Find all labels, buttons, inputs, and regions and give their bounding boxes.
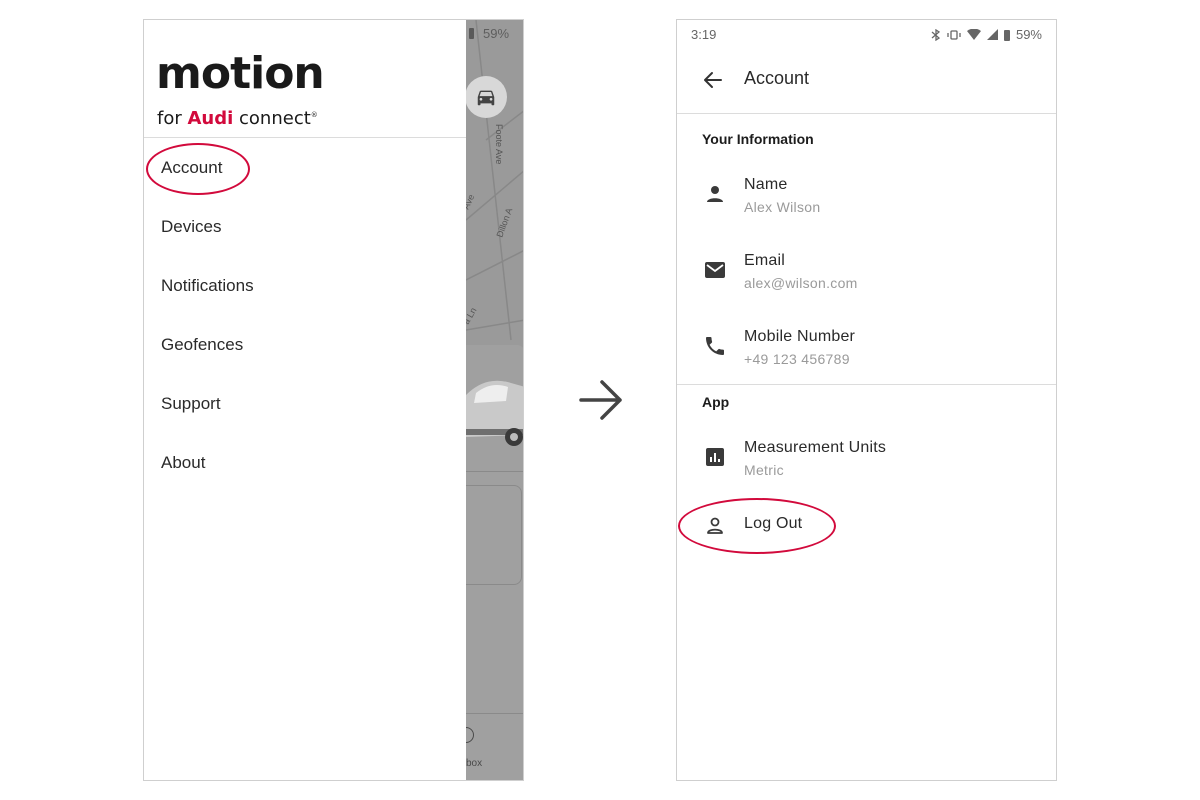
- street-label-foote: Foote Ave: [494, 124, 504, 164]
- bluetooth-icon: [931, 28, 941, 41]
- name-value: Alex Wilson: [744, 199, 821, 215]
- person-icon: [707, 186, 723, 202]
- section-header-app: App: [702, 394, 730, 410]
- right-phone-screen: 3:19 59% Account Your Information Name A…: [676, 19, 1057, 781]
- app-logo: motion: [156, 48, 325, 99]
- wifi-icon: [966, 29, 981, 40]
- battery-icon: [469, 28, 474, 39]
- street-label-ave: Ave: [466, 193, 476, 211]
- measurement-value: Metric: [744, 462, 784, 478]
- logout-button[interactable]: Log Out: [744, 515, 802, 533]
- status-bar-left: 59%: [466, 20, 523, 48]
- card-inner-box: [466, 485, 522, 585]
- menu-item-support[interactable]: Support: [161, 394, 221, 414]
- arrow-right-icon: [579, 380, 622, 420]
- chart-icon: [706, 448, 724, 466]
- card-divider: [466, 471, 523, 472]
- back-arrow-icon[interactable]: [701, 68, 725, 92]
- car-image: [466, 380, 523, 446]
- section-header-your-information: Your Information: [702, 131, 814, 147]
- app-logo-subtitle: for Audi connect®: [157, 108, 318, 129]
- email-icon: [705, 262, 725, 278]
- phone-icon: [706, 337, 724, 355]
- section-divider: [677, 384, 1056, 385]
- signal-icon: [986, 29, 998, 40]
- car-locate-button[interactable]: [465, 76, 507, 118]
- status-battery-percent: 59%: [1015, 27, 1042, 42]
- street-label-ln: a Ln: [466, 306, 478, 326]
- battery-icon-right: [1003, 29, 1010, 41]
- logo-trademark: ®: [310, 111, 318, 119]
- person-outline-icon: [707, 517, 723, 534]
- menu-item-devices[interactable]: Devices: [161, 217, 221, 237]
- menu-item-notifications[interactable]: Notifications: [161, 276, 254, 296]
- email-title[interactable]: Email: [744, 252, 785, 270]
- status-time: 3:19: [691, 27, 717, 42]
- left-phone-screen: Foote Ave Ave Dillon A a Ln 59% box moti…: [143, 19, 524, 781]
- navigation-drawer: motion for Audi connect® Account Devices…: [144, 20, 466, 780]
- logo-sub-prefix: for: [157, 108, 188, 129]
- name-title[interactable]: Name: [744, 176, 787, 194]
- logo-header: motion for Audi connect®: [144, 20, 466, 138]
- page-title: Account: [744, 68, 810, 88]
- measurement-title[interactable]: Measurement Units: [744, 439, 886, 457]
- status-icons: 59%: [931, 27, 1042, 42]
- inbox-label: box: [466, 758, 483, 769]
- menu-item-account[interactable]: Account: [161, 158, 222, 178]
- battery-percent: 59%: [483, 26, 510, 41]
- vehicle-card: box: [458, 345, 523, 780]
- menu-item-about[interactable]: About: [161, 453, 205, 473]
- mobile-title[interactable]: Mobile Number: [744, 328, 855, 346]
- logo-brand: Audi: [187, 108, 234, 129]
- app-bar: Account: [677, 48, 1056, 114]
- menu-item-geofences[interactable]: Geofences: [161, 335, 243, 355]
- car-icon: [477, 90, 495, 106]
- email-value: alex@wilson.com: [744, 275, 858, 291]
- logo-sub-suffix: connect: [233, 108, 311, 129]
- mobile-value: +49 123 456789: [744, 351, 850, 367]
- vibrate-icon: [947, 29, 961, 40]
- status-bar-right: 3:19 59%: [677, 20, 1056, 48]
- bottom-nav: [466, 713, 523, 780]
